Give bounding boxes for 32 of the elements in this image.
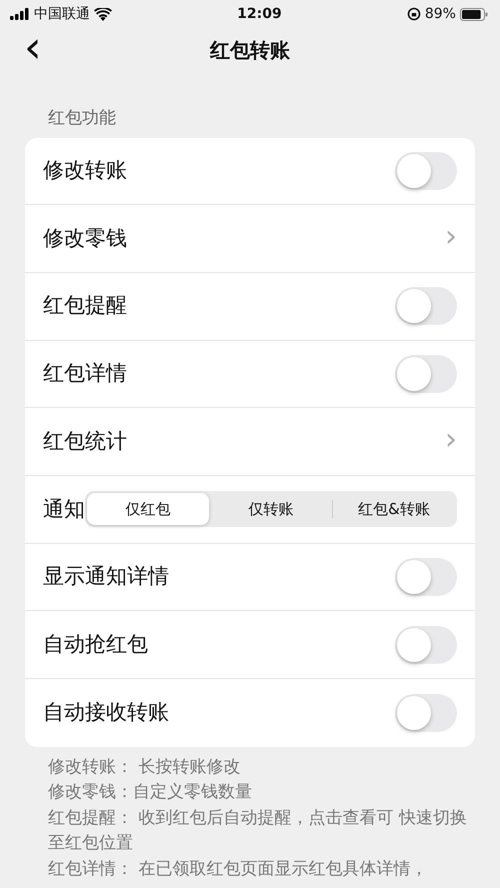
battery-percent: 89% (424, 4, 456, 24)
back-button[interactable]: ‹ (18, 28, 48, 68)
toggle-switch[interactable] (395, 152, 457, 190)
setting-label: 自动接收转账 (43, 699, 169, 726)
toggle-switch[interactable] (395, 354, 457, 393)
note-text: 红包提醒： 收到红包后自动提醒，点击查看可 快速切换至红包位置 (48, 806, 468, 856)
segment-option[interactable]: 仅红包 (87, 493, 209, 526)
section-label: 红包功能 (48, 107, 117, 130)
note-text: 修改转账： 长按转账修改 (48, 756, 242, 779)
page-title: 红包转账 (210, 37, 290, 64)
toggle-switch[interactable] (395, 694, 457, 732)
setting-label: 修改零钱 (43, 224, 127, 252)
setting-label: 自动抢红包 (43, 630, 148, 658)
toggle-switch[interactable] (395, 558, 457, 596)
signal-icon (10, 8, 30, 20)
setting-label: 红包统计 (43, 428, 127, 455)
note-text: 红包详情： 在已领取红包页面显示红包具体详情， (48, 858, 428, 881)
setting-label: 显示通知详情 (43, 563, 169, 590)
setting-label: 修改转账 (43, 157, 127, 184)
carrier-name: 中国联通 (34, 4, 90, 24)
toggle-switch[interactable] (395, 626, 457, 664)
setting-label: 红包提醒 (43, 292, 127, 320)
segment-option[interactable]: 红包&转账 (333, 493, 455, 526)
toggle-switch[interactable] (395, 287, 457, 326)
note-text: 修改零钱：自定义零钱数量 (48, 781, 253, 804)
wifi-icon (94, 8, 112, 20)
setting-label: 红包详情 (43, 360, 127, 388)
battery-icon (460, 8, 488, 20)
setting-label: 通知 (43, 496, 85, 523)
clock-time: 12:09 (237, 4, 282, 24)
rotation-lock-icon (406, 7, 421, 21)
segment-option[interactable]: 仅转账 (210, 493, 332, 526)
